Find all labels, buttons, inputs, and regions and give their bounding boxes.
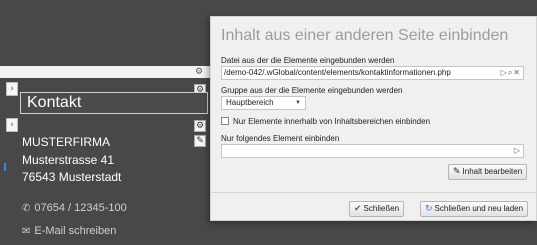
edit-pencil-icon[interactable]: ✎	[194, 135, 206, 147]
reload-icon: ↻	[425, 204, 433, 214]
checkbox-label: Nur Elemente innerhalb von Inhaltsbereic…	[233, 117, 431, 126]
chevron-down-icon: ▼	[295, 100, 301, 106]
email-link[interactable]: E-Mail schreiben	[34, 225, 116, 237]
edit-content-label: Inhalt bearbeiten	[462, 167, 523, 176]
phone-line: ✆ 07654 / 12345-100	[22, 201, 127, 216]
company-name: MUSTERFIRMA	[22, 135, 110, 149]
marker-arrow-icon[interactable]: ›	[6, 118, 18, 132]
close-reload-label: Schließen und neu laden	[434, 204, 524, 213]
edit-toolbar-strip	[0, 66, 210, 78]
checkmark-icon: ✔	[354, 204, 362, 214]
mail-icon: ✉	[22, 226, 31, 237]
street-address: Musterstrasse 41	[22, 153, 115, 167]
group-label: Gruppe aus der die Elemente eingebunden …	[221, 86, 403, 95]
edit-content-button[interactable]: ✎ Inhalt bearbeiten	[448, 164, 528, 180]
settings-icon[interactable]: ⚙	[194, 120, 206, 132]
file-label: Datei aus der die Elemente eingebunden w…	[221, 56, 395, 65]
only-content-areas-checkbox[interactable]	[221, 117, 229, 125]
group-select[interactable]: Hauptbereich ▼	[221, 96, 306, 110]
element-field[interactable]: ▷	[221, 144, 524, 158]
close-label: Schließen	[363, 204, 400, 213]
phone-number: 07654 / 12345-100	[34, 202, 127, 214]
browse-icon[interactable]: ▷	[514, 146, 521, 155]
city-address: 76543 Musterstadt	[22, 170, 122, 184]
dialog-divider	[211, 192, 536, 193]
phone-icon: ✆	[22, 203, 31, 214]
close-reload-button[interactable]: ↻ Schließen und neu laden	[420, 201, 529, 217]
page-heading: Kontakt	[20, 92, 208, 114]
settings-icon[interactable]: ⚙	[192, 67, 206, 77]
marker-arrow-icon[interactable]: ›	[6, 82, 18, 96]
file-path-field[interactable]: /demo-042/.wGlobal/content/elements/kont…	[221, 66, 524, 80]
include-content-dialog: Inhalt aus einer anderen Seite einbinden…	[210, 16, 537, 221]
email-line[interactable]: ✉ E-Mail schreiben	[22, 224, 116, 239]
group-select-value: Hauptbereich	[226, 98, 274, 107]
dialog-title: Inhalt aus einer anderen Seite einbinden	[221, 27, 509, 44]
browse-icon[interactable]: ▷	[501, 68, 508, 77]
clear-icon[interactable]: ✕	[513, 68, 521, 77]
file-path-value: /demo-042/.wGlobal/content/elements/kont…	[224, 68, 451, 77]
selection-marker	[4, 163, 6, 171]
edit-pencil-icon: ✎	[453, 167, 461, 177]
close-button[interactable]: ✔ Schließen	[349, 201, 405, 217]
element-label: Nur folgendes Element einbinden	[221, 134, 340, 143]
